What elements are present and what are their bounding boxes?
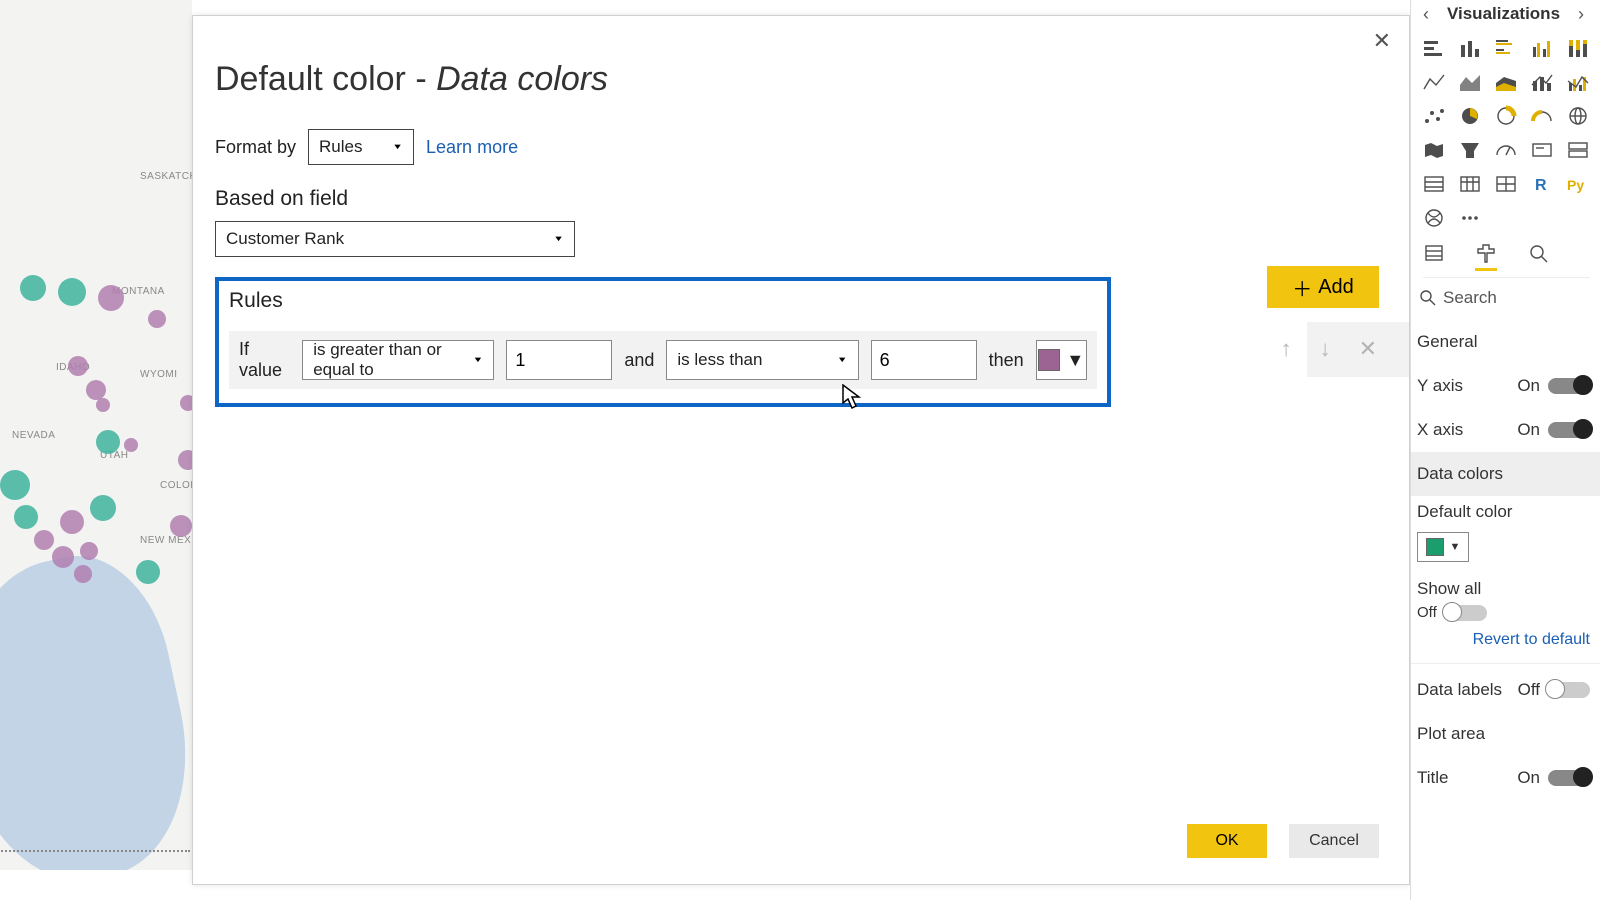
title-toggle[interactable] [1548, 770, 1590, 786]
analytics-tab-icon[interactable] [1527, 242, 1549, 271]
dialog-title: Default color - Data colors [215, 60, 1387, 99]
prop-plot-area[interactable]: Plot area [1417, 712, 1590, 756]
and-label: and [624, 350, 654, 371]
prop-data-labels[interactable]: Data labels Off [1417, 668, 1590, 712]
fields-tab-icon[interactable] [1423, 242, 1445, 271]
show-all-toggle[interactable] [1445, 605, 1487, 621]
slicer-icon[interactable] [1491, 170, 1521, 198]
funnel-chart-icon[interactable] [1455, 136, 1485, 164]
pane-forward-icon[interactable]: › [1572, 4, 1590, 25]
arcgis-map-icon[interactable] [1419, 204, 1449, 232]
pie-chart-icon[interactable] [1455, 102, 1485, 130]
r-visual-icon[interactable]: R [1527, 170, 1557, 198]
rule-row: If value is greater than or equal to▼ an… [229, 331, 1097, 389]
chevron-down-icon: ▼ [1066, 350, 1084, 371]
close-icon[interactable]: ✕ [1373, 28, 1391, 54]
color-swatch [1038, 349, 1060, 371]
prop-default-color-label: Default color [1417, 496, 1590, 528]
more-visuals-icon[interactable] [1455, 204, 1485, 232]
donut-chart-icon[interactable] [1491, 102, 1521, 130]
chevron-down-icon: ▼ [392, 143, 403, 151]
chevron-down-icon: ▼ [472, 356, 483, 364]
table-icon[interactable] [1419, 170, 1449, 198]
default-color-picker[interactable]: ▼ [1417, 532, 1469, 562]
filled-map-icon[interactable] [1419, 136, 1449, 164]
conditional-formatting-dialog: ✕ Default color - Data colors Format by … [192, 15, 1410, 885]
rule-operator-2-select[interactable]: is less than▼ [666, 340, 858, 380]
rule-row-actions: ↑ ↓ ✕ [1281, 336, 1377, 362]
rules-label: Rules [229, 289, 1097, 313]
rules-section: Rules If value is greater than or equal … [215, 277, 1111, 407]
area-chart-icon[interactable] [1455, 68, 1485, 96]
revert-to-default-link[interactable]: Revert to default [1417, 631, 1590, 649]
line-stacked-column-icon[interactable] [1527, 68, 1557, 96]
card-icon[interactable] [1527, 136, 1557, 164]
visualizations-title: Visualizations [1447, 4, 1560, 24]
delete-rule-icon[interactable]: ✕ [1359, 336, 1377, 362]
rule-color-picker[interactable]: ▼ [1036, 340, 1087, 380]
cancel-button[interactable]: Cancel [1289, 824, 1379, 858]
svg-text:Py: Py [1567, 177, 1584, 193]
map-background: SASKATCH MONTANA IDAHO WYOMI NEVADA UTAH… [0, 0, 192, 870]
search-label[interactable]: Search [1443, 288, 1497, 308]
multi-row-card-icon[interactable] [1563, 136, 1593, 164]
chevron-down-icon: ▼ [1450, 541, 1461, 553]
clustered-bar-chart-icon[interactable] [1491, 34, 1521, 62]
clustered-column-chart-icon[interactable] [1527, 34, 1557, 62]
if-value-label: If value [239, 339, 290, 381]
prop-show-all-label: Show all [1417, 574, 1590, 604]
stacked-bar-chart-icon[interactable] [1419, 34, 1449, 62]
hundred-stacked-column-icon[interactable] [1563, 34, 1593, 62]
prop-data-colors[interactable]: Data colors [1411, 452, 1600, 496]
stacked-column-chart-icon[interactable] [1455, 34, 1485, 62]
prop-x-axis[interactable]: X axis On [1417, 408, 1590, 452]
map-icon[interactable] [1563, 102, 1593, 130]
x-axis-toggle[interactable] [1548, 422, 1590, 438]
chevron-down-icon: ▼ [837, 356, 848, 364]
map-label-wyo: WYOMI [140, 369, 178, 380]
then-label: then [989, 350, 1024, 371]
based-on-field-label: Based on field [215, 187, 1387, 211]
line-clustered-column-icon[interactable] [1563, 68, 1593, 96]
scatter-chart-icon[interactable] [1419, 102, 1449, 130]
gauge-chart-icon[interactable] [1527, 102, 1557, 130]
plus-icon: ＋ [1292, 273, 1312, 302]
move-up-icon[interactable]: ↑ [1281, 336, 1292, 362]
prop-general[interactable]: General [1417, 320, 1590, 364]
visualization-type-grid: R Py [1419, 34, 1590, 232]
move-down-icon[interactable]: ↓ [1320, 336, 1331, 362]
map-label-colo: COLOR [160, 480, 192, 491]
prop-y-axis[interactable]: Y axis On [1417, 364, 1590, 408]
rule-operator-1-select[interactable]: is greater than or equal to▼ [302, 340, 494, 380]
rule-value-2-input[interactable] [871, 340, 977, 380]
visualizations-pane: ‹ Visualizations › R Py [1410, 0, 1600, 900]
learn-more-link[interactable]: Learn more [426, 137, 518, 158]
format-by-select[interactable]: Rules▼ [308, 129, 414, 165]
based-on-field-select[interactable]: Customer Rank▼ [215, 221, 575, 257]
format-by-label: Format by [215, 137, 296, 158]
map-label-sask: SASKATCH [140, 171, 192, 182]
stacked-area-chart-icon[interactable] [1491, 68, 1521, 96]
format-tab-icon[interactable] [1475, 242, 1497, 271]
treemap-icon[interactable] [1491, 136, 1521, 164]
line-chart-icon[interactable] [1419, 68, 1449, 96]
add-rule-button[interactable]: ＋ Add [1267, 266, 1379, 308]
rule-value-1-input[interactable] [506, 340, 612, 380]
matrix-icon[interactable] [1455, 170, 1485, 198]
ok-button[interactable]: OK [1187, 824, 1267, 858]
python-visual-icon[interactable]: Py [1563, 170, 1593, 198]
y-axis-toggle[interactable] [1548, 378, 1590, 394]
pane-back-icon[interactable]: ‹ [1417, 4, 1435, 25]
data-labels-toggle[interactable] [1548, 682, 1590, 698]
search-icon [1419, 289, 1437, 307]
default-color-swatch [1426, 538, 1444, 556]
svg-text:R: R [1535, 177, 1547, 194]
prop-title[interactable]: Title On [1417, 756, 1590, 800]
chevron-down-icon: ▼ [553, 235, 564, 243]
map-label-nev: NEVADA [12, 430, 55, 441]
